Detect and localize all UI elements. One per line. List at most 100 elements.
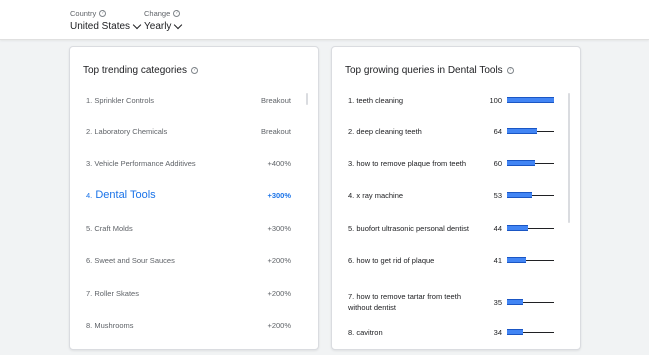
rank-number: 4. (348, 190, 355, 200)
score-bar (507, 128, 537, 134)
help-icon[interactable]: ? (506, 67, 514, 74)
list-item[interactable]: 5. Craft Molds +300% (70, 217, 318, 239)
change-value: Breakout (260, 95, 291, 105)
list-item[interactable]: 4. x ray machine 53 (332, 184, 580, 206)
list-item[interactable]: 8. Mushrooms +200% (70, 314, 318, 336)
rank-number: 1. (348, 95, 355, 105)
score-bar (507, 160, 535, 166)
category-name: 2. Laboratory Chemicals (86, 127, 167, 136)
category-label: Laboratory Chemicals (94, 126, 168, 136)
query-label: cavitron (356, 327, 383, 337)
score-bar (507, 225, 528, 231)
change-filter-label: Change (144, 9, 171, 18)
list-item[interactable]: 6. Sweet and Sour Sauces +200% (70, 249, 318, 271)
rank-number: 6. (348, 255, 355, 265)
change-filter-value: Yearly (144, 21, 172, 32)
rank-number: 3. (348, 158, 355, 168)
score-bar (507, 329, 523, 335)
list-item[interactable]: 5. buofort ultrasonic personal dentist 44 (332, 217, 580, 239)
change-value: +300% (267, 190, 291, 200)
list-item[interactable]: 1. Sprinkler Controls Breakout (70, 89, 318, 111)
interest-score: 44 (493, 223, 502, 233)
rank-number: 5. (348, 223, 355, 233)
country-filter[interactable]: Country? United States (70, 9, 142, 32)
category-name: 8. Mushrooms (86, 321, 134, 330)
change-value: +200% (267, 255, 291, 265)
list-item[interactable]: 6. how to get rid of plaque 41 (332, 249, 580, 271)
category-name: 1. Sprinkler Controls (86, 96, 154, 105)
country-filter-label: Country (70, 9, 97, 18)
list-item[interactable]: 8. cavitron 34 (332, 321, 580, 343)
query-label: x ray machine (356, 190, 404, 200)
query-label: how to get rid of plaque (356, 255, 435, 265)
query-label: how to remove plaque from teeth (356, 158, 467, 168)
list-item[interactable]: 3. Vehicle Performance Additives +400% (70, 152, 318, 174)
help-icon[interactable]: ? (173, 10, 181, 17)
category-name: 4. Dental Tools (86, 189, 156, 201)
rank-number: 7. (348, 292, 355, 301)
category-label: Dental Tools (95, 189, 156, 201)
category-label: Mushrooms (94, 320, 134, 330)
scrollbar[interactable] (306, 93, 308, 105)
query-name: 7. how to remove tartar from teeth witho… (348, 291, 476, 313)
query-name: 1. teeth cleaning (348, 95, 476, 106)
help-icon[interactable]: ? (99, 10, 107, 17)
growing-queries-card: Top growing queries in Dental Tools? 1. … (331, 46, 581, 350)
change-filter[interactable]: Change? Yearly (144, 9, 183, 32)
rank-number: 5. (86, 223, 93, 233)
rank-number: 8. (348, 327, 355, 337)
rank-number: 2. (86, 126, 93, 136)
change-value: +400% (267, 158, 291, 168)
query-label: how to remove tartar from teeth without … (348, 292, 461, 312)
list-item[interactable]: 7. how to remove tartar from teeth witho… (332, 287, 580, 317)
help-icon[interactable]: ? (190, 67, 198, 74)
interest-score: 53 (493, 190, 502, 200)
trending-categories-card: Top trending categories? 1. Sprinkler Co… (69, 46, 319, 350)
category-label: Sprinkler Controls (94, 95, 154, 105)
interest-score: 64 (493, 126, 502, 136)
query-name: 3. how to remove plaque from teeth (348, 158, 476, 169)
interest-score: 100 (489, 95, 502, 105)
rank-number: 6. (86, 255, 93, 265)
score-bar (507, 299, 523, 305)
interest-score: 41 (493, 255, 502, 265)
score-bar (507, 257, 526, 263)
category-name: 7. Roller Skates (86, 289, 139, 298)
query-name: 5. buofort ultrasonic personal dentist (348, 223, 476, 234)
category-label: Roller Skates (94, 288, 139, 298)
category-name: 5. Craft Molds (86, 224, 133, 233)
card-title: Top trending categories (83, 65, 187, 76)
category-label: Craft Molds (94, 223, 133, 233)
score-bar (507, 97, 554, 103)
score-bar (507, 192, 532, 198)
query-name: 4. x ray machine (348, 190, 476, 201)
country-filter-value: United States (70, 21, 131, 32)
category-label: Sweet and Sour Sauces (94, 255, 175, 265)
scrollbar[interactable] (568, 93, 570, 223)
change-value: +200% (267, 320, 291, 330)
change-value: Breakout (260, 126, 291, 136)
interest-score: 34 (493, 327, 502, 337)
interest-score: 35 (493, 297, 502, 307)
list-item[interactable]: 2. Laboratory Chemicals Breakout (70, 120, 318, 142)
query-label: teeth cleaning (356, 95, 404, 105)
rank-number: 4. (86, 191, 93, 200)
card-title: Top growing queries in Dental Tools (345, 65, 503, 76)
list-item[interactable]: 3. how to remove plaque from teeth 60 (332, 152, 580, 174)
chevron-down-icon (132, 20, 142, 29)
list-item[interactable]: 1. teeth cleaning 100 (332, 89, 580, 111)
category-name: 6. Sweet and Sour Sauces (86, 256, 175, 265)
rank-number: 1. (86, 95, 93, 105)
query-label: buofort ultrasonic personal dentist (356, 223, 469, 233)
top-filter-bar: Country? United States Change? Yearly (0, 0, 649, 40)
list-item[interactable]: 7. Roller Skates +200% (70, 282, 318, 304)
query-name: 6. how to get rid of plaque (348, 255, 476, 266)
query-name: 2. deep cleaning teeth (348, 126, 476, 137)
list-item[interactable]: 4. Dental Tools +300% (70, 184, 318, 206)
list-item[interactable]: 2. deep cleaning teeth 64 (332, 120, 580, 142)
rank-number: 7. (86, 288, 93, 298)
rank-number: 3. (86, 158, 93, 168)
interest-score: 60 (493, 158, 502, 168)
query-label: deep cleaning teeth (356, 126, 422, 136)
category-label: Vehicle Performance Additives (94, 158, 196, 168)
